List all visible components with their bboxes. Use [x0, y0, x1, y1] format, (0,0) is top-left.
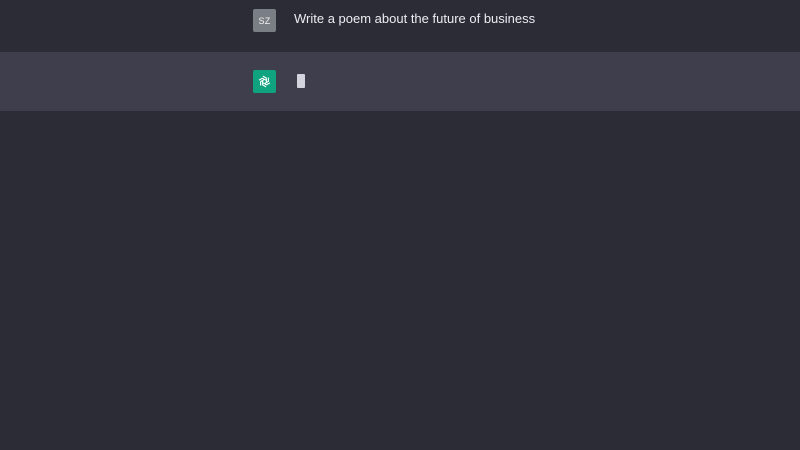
user-avatar: SZ — [253, 9, 276, 32]
typing-cursor — [297, 74, 305, 88]
assistant-avatar — [253, 70, 276, 93]
user-message-text: Write a poem about the future of busines… — [294, 11, 536, 26]
assistant-message-row — [0, 52, 800, 111]
user-message-row: SZ Write a poem about the future of busi… — [0, 0, 800, 52]
chat-page: SZ Write a poem about the future of busi… — [0, 0, 800, 450]
user-avatar-initials: SZ — [258, 15, 271, 26]
openai-logo-icon — [258, 75, 271, 88]
